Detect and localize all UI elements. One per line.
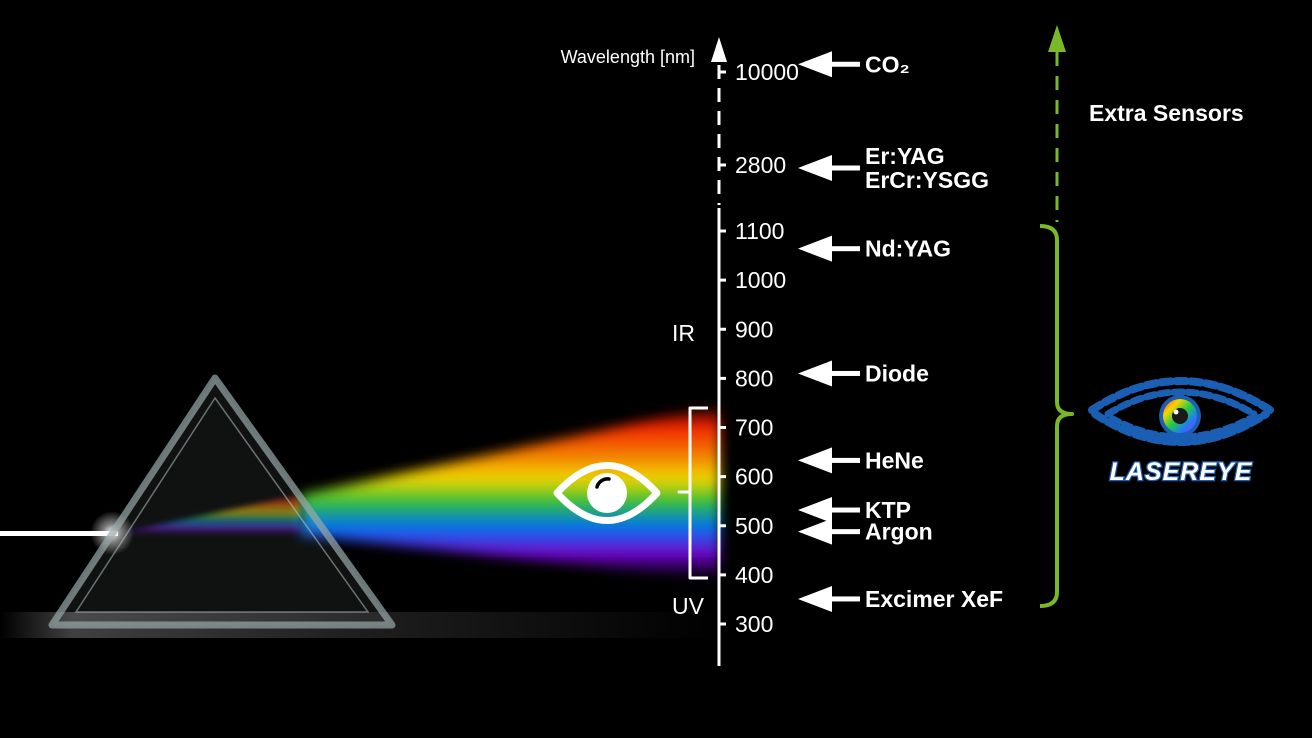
tick-label: 900 xyxy=(735,316,773,342)
laser-arrow xyxy=(798,518,860,545)
laser-arrow xyxy=(798,447,860,474)
lasereye-logo-icon xyxy=(1088,377,1274,446)
tick-label: 400 xyxy=(735,562,773,588)
laser-label: Excimer XeF xyxy=(865,586,1003,612)
laser-label: HeNe xyxy=(865,447,924,473)
axis-ticks: 10000 2800 1100 1000 900 800 700 600 500 400 300 xyxy=(719,59,799,637)
tick-label: 10000 xyxy=(735,59,799,85)
laser-label: Nd:YAG xyxy=(865,236,951,262)
laser-label: ErCr:YSGG xyxy=(865,167,989,193)
region-label-uv: UV xyxy=(672,593,705,619)
tick-label: 1000 xyxy=(735,267,786,293)
extra-sensors-label: Extra Sensors xyxy=(1089,100,1244,126)
laser-arrow xyxy=(798,155,860,181)
laser-arrow xyxy=(798,585,860,612)
laser-arrow xyxy=(798,360,860,387)
tick-label: 2800 xyxy=(735,152,786,178)
lasereye-logo-text: LASEREYE xyxy=(1110,458,1253,486)
laser-label: CO₂ xyxy=(865,51,910,77)
laser-label: Argon xyxy=(865,519,933,545)
tick-label: 300 xyxy=(735,611,773,637)
extra-sensors-arrow xyxy=(1048,25,1066,222)
laser-arrow xyxy=(798,235,860,262)
axis-arrow-head xyxy=(711,37,727,62)
laser-arrow xyxy=(798,51,860,78)
region-label-ir: IR xyxy=(672,320,695,346)
laser-label: Er:YAG xyxy=(865,143,945,169)
wavelength-diagram: Wavelength [nm] 10000 2800 1100 1000 900 800 7… xyxy=(0,25,1274,666)
laser-arrow xyxy=(798,497,860,524)
sensor-range-bracket xyxy=(1039,224,1074,608)
axis-title: Wavelength [nm] xyxy=(561,47,695,67)
laser-label: Diode xyxy=(865,360,929,386)
tick-label: 700 xyxy=(735,415,773,441)
laser-list: CO₂Er:YAGErCr:YSGGNd:YAGDiodeHeNeKTPArgo… xyxy=(798,51,1003,612)
tick-label: 500 xyxy=(735,513,773,539)
tick-label: 600 xyxy=(735,464,773,490)
tick-label: 1100 xyxy=(735,218,784,244)
tick-label: 800 xyxy=(735,365,773,391)
